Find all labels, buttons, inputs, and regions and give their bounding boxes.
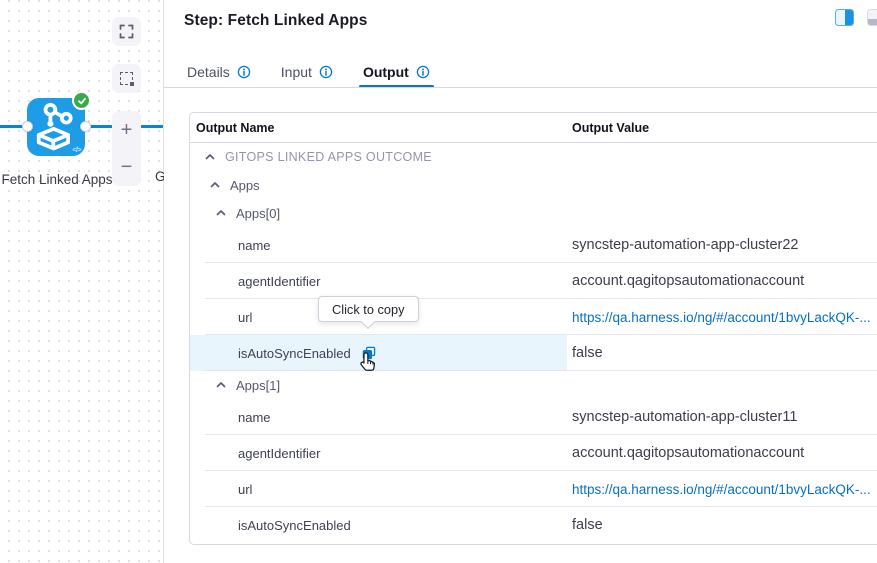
table-row: isAutoSyncEnabled false bbox=[190, 507, 877, 543]
copy-icon[interactable] bbox=[362, 346, 376, 360]
column-header-output-value: Output Value bbox=[572, 120, 650, 135]
output-name-cell[interactable]: agentIdentifier bbox=[190, 263, 567, 299]
column-header-output-name: Output Name bbox=[196, 120, 275, 135]
bottom-panel-toggle-icon[interactable] bbox=[867, 9, 877, 26]
output-name-cell[interactable]: isAutoSyncEnabled bbox=[190, 507, 567, 543]
zoom-in-button[interactable]: + bbox=[121, 120, 133, 140]
success-check-icon bbox=[72, 91, 91, 110]
output-name-cell[interactable]: url bbox=[190, 471, 567, 507]
info-icon bbox=[319, 65, 333, 78]
output-name-cell[interactable]: name bbox=[190, 227, 567, 263]
output-value-link[interactable]: https://qa.harness.io/ng/#/account/1bvyL… bbox=[567, 482, 877, 497]
table-row-group[interactable]: Apps[0] bbox=[190, 199, 877, 227]
table-row-group[interactable]: Apps[1] bbox=[190, 371, 877, 399]
fullscreen-button[interactable] bbox=[112, 17, 141, 46]
table-row-group[interactable]: GITOPS LINKED APPS OUTCOME bbox=[190, 143, 877, 171]
table-row-hovered: isAutoSyncEnabled Click to copy false bbox=[190, 296, 877, 371]
output-name-cell[interactable]: name bbox=[190, 399, 567, 435]
pipeline-canvas[interactable]: Fetch Linked Apps G + − bbox=[0, 0, 166, 563]
output-value-cell: false bbox=[572, 517, 603, 533]
table-row: name syncstep-automation-app-cluster22 bbox=[190, 227, 877, 263]
group-label: Apps[1] bbox=[236, 377, 281, 393]
right-panel-toggle-icon[interactable] bbox=[835, 9, 854, 26]
zoom-controls: + − bbox=[112, 111, 141, 186]
output-name-cell[interactable]: isAutoSyncEnabled Click to copy bbox=[190, 296, 567, 371]
output-value-cell: false bbox=[572, 345, 603, 361]
tab-bar: Details Input Output bbox=[185, 55, 434, 88]
chevron-up-icon[interactable] bbox=[215, 379, 227, 391]
info-icon bbox=[416, 65, 430, 78]
tooltip: Click to copy bbox=[318, 296, 419, 330]
tab-output-label: Output bbox=[362, 63, 409, 80]
output-value-link[interactable]: https://qa.harness.io/ng/#/account/1bvyL… bbox=[567, 310, 877, 325]
output-name-label: isAutoSyncEnabled bbox=[238, 345, 351, 361]
step-node-label: Fetch Linked Apps bbox=[1, 172, 113, 187]
page-title: Step: Fetch Linked Apps bbox=[184, 12, 368, 29]
fullscreen-icon bbox=[119, 24, 134, 39]
output-name-cell[interactable]: agentIdentifier bbox=[190, 435, 567, 471]
zoom-out-button[interactable]: − bbox=[121, 157, 133, 177]
tab-details[interactable]: Details bbox=[185, 55, 253, 88]
group-label: Apps bbox=[230, 177, 260, 193]
group-label: Apps[0] bbox=[236, 205, 281, 221]
table-row: url https://qa.harness.io/ng/#/account/1… bbox=[190, 299, 877, 335]
table-row: name syncstep-automation-app-cluster11 bbox=[190, 399, 877, 435]
node-out-port bbox=[80, 121, 91, 132]
output-table: Output Name Output Value GITOPS LINKED A… bbox=[189, 112, 877, 545]
table-row: agentIdentifier account.qagitopsautomati… bbox=[190, 435, 877, 471]
tab-details-label: Details bbox=[187, 63, 230, 80]
table-header: Output Name Output Value bbox=[190, 113, 877, 143]
tab-output[interactable]: Output bbox=[358, 55, 434, 88]
table-row: agentIdentifier account.qagitopsautomati… bbox=[190, 263, 877, 299]
panel-layout-toggles bbox=[835, 9, 877, 26]
info-icon bbox=[237, 65, 251, 78]
tab-input-label: Input bbox=[280, 63, 312, 80]
step-details-panel: Step: Fetch Linked Apps Details Input Ou… bbox=[164, 0, 877, 563]
output-value-cell: syncstep-automation-app-cluster11 bbox=[572, 409, 798, 425]
tabs-divider bbox=[164, 87, 877, 88]
group-label: GITOPS LINKED APPS OUTCOME bbox=[225, 150, 432, 164]
node-in-port bbox=[22, 121, 33, 132]
output-value-cell: syncstep-automation-app-cluster22 bbox=[572, 237, 799, 253]
marquee-select-button[interactable] bbox=[112, 64, 141, 93]
chevron-up-icon[interactable] bbox=[204, 151, 216, 163]
code-glyph-icon bbox=[72, 147, 81, 154]
output-value-cell: account.qagitopsautomationaccount bbox=[572, 273, 805, 289]
table-row: url https://qa.harness.io/ng/#/account/1… bbox=[190, 471, 877, 507]
output-value-cell: account.qagitopsautomationaccount bbox=[572, 445, 805, 461]
chevron-up-icon[interactable] bbox=[215, 207, 227, 219]
marquee-select-icon bbox=[120, 72, 134, 86]
tab-input[interactable]: Input bbox=[279, 55, 335, 88]
step-node-fetch-linked-apps[interactable] bbox=[27, 91, 91, 156]
chevron-up-icon[interactable] bbox=[209, 179, 221, 191]
table-row-group[interactable]: Apps bbox=[190, 171, 877, 199]
